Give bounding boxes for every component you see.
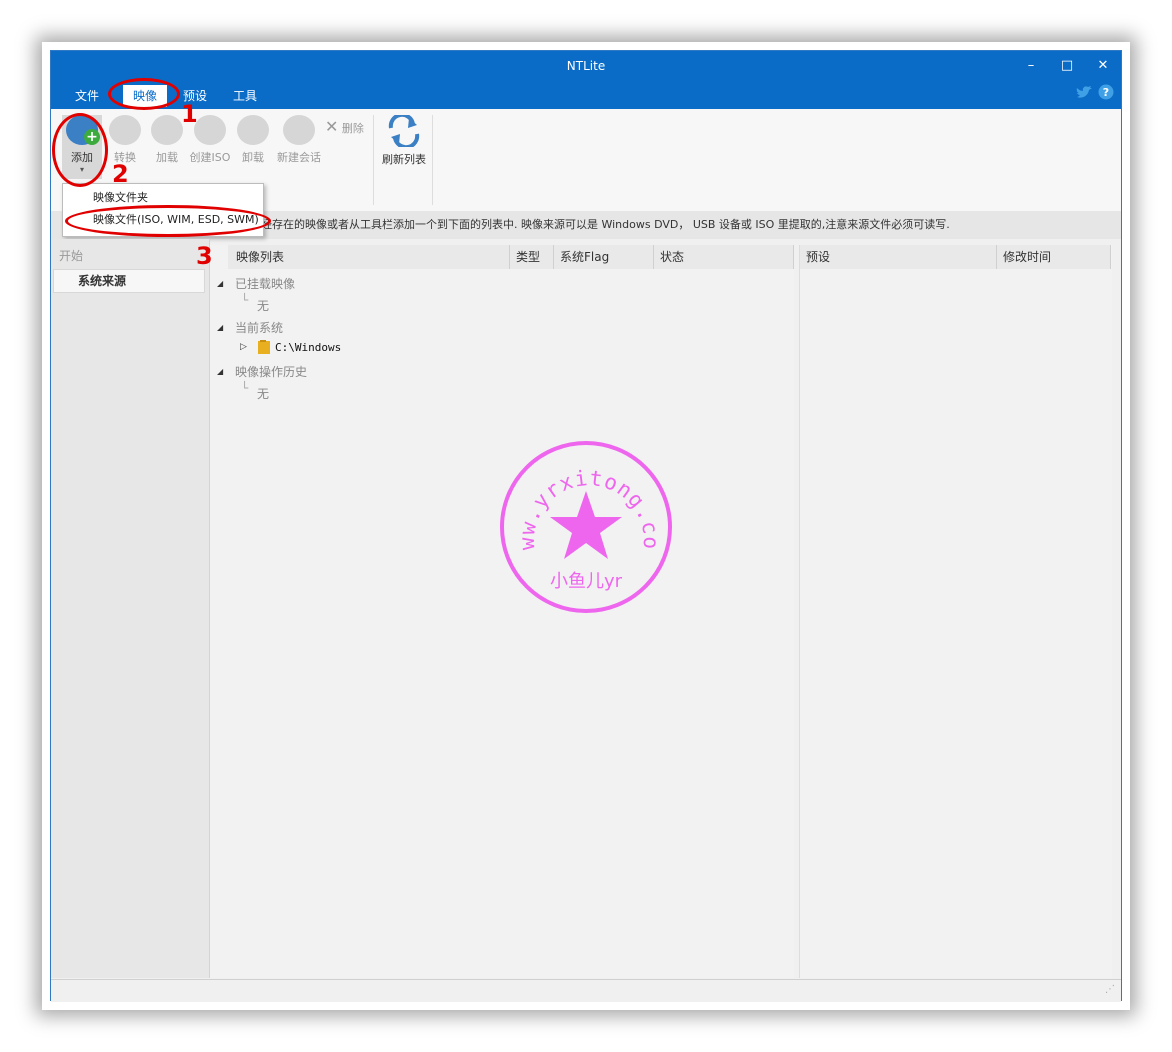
title-bar: NTLite – □ ✕ 文件 映像 预设 工具 ? [51, 51, 1121, 109]
refresh-list-button[interactable]: 刷新列表 [379, 115, 429, 167]
close-button[interactable]: ✕ [1093, 57, 1113, 75]
help-icon[interactable]: ? [1098, 84, 1114, 100]
preset-panel [799, 245, 1112, 978]
column-state[interactable]: 状态 [654, 245, 794, 269]
tree-item-current[interactable]: 当前系统 [235, 319, 283, 336]
watermark-label: 小鱼儿yr [550, 571, 623, 592]
annotation-step-3: 3 [196, 242, 213, 270]
annotation-ring-menu [108, 78, 180, 110]
toolbar-divider [373, 115, 374, 205]
expand-arrow-icon[interactable]: ◢ [217, 367, 223, 376]
tree-item-windows-path[interactable]: C:\Windows [275, 341, 341, 354]
status-bar: ⋰ [51, 979, 1121, 1002]
svg-text:?: ? [1103, 86, 1109, 99]
menu-file[interactable]: 文件 [75, 85, 99, 107]
annotation-ring-file [65, 205, 271, 237]
column-image-list[interactable]: 映像列表 [228, 245, 510, 269]
expand-arrow-icon[interactable]: ◢ [217, 279, 223, 288]
minimize-button[interactable]: – [1021, 57, 1041, 75]
annotation-ring-add [52, 113, 108, 187]
disc-load-icon [151, 115, 183, 145]
delete-x-icon: ✕ [325, 117, 339, 136]
disc-session-icon [283, 115, 315, 145]
disc-unload-icon [237, 115, 269, 145]
left-panel: 开始 系统来源 [51, 239, 210, 978]
annotation-step-2: 2 [112, 160, 129, 188]
tree-connector: └ [241, 293, 249, 307]
watermark-stamp: www.yrxitong.com 小鱼儿yr [496, 437, 672, 613]
toolbar-divider [432, 115, 433, 205]
delete-button[interactable]: ✕ 删除 [325, 117, 364, 136]
folder-icon [258, 340, 270, 354]
annotation-step-1: 1 [181, 100, 198, 128]
new-session-button[interactable]: 新建会话 [275, 115, 323, 165]
tree-item-mounted[interactable]: 已挂载映像 [235, 275, 295, 292]
column-modified[interactable]: 修改时间 [997, 245, 1111, 269]
watermark-star-icon [550, 491, 622, 559]
window-title: NTLite [566, 59, 606, 73]
resize-grip-icon[interactable]: ⋰ [1105, 984, 1115, 995]
column-flag[interactable]: 系统Flag [554, 245, 654, 269]
sidebar-item-source[interactable]: 系统来源 [53, 269, 205, 293]
convert-button[interactable]: 转换 [105, 115, 145, 165]
info-text: 经存在的映像或者从工具栏添加一个到下面的列表中. 映像来源可以是 Windows… [261, 218, 950, 231]
disc-iso-icon [194, 115, 226, 145]
tree-item-history[interactable]: 映像操作历史 [235, 363, 307, 380]
unload-button[interactable]: 卸载 [233, 115, 273, 165]
tree-item-history-none: 无 [257, 387, 270, 401]
column-preset[interactable]: 预设 [800, 245, 997, 269]
start-header: 开始 [59, 249, 84, 263]
refresh-icon [388, 115, 420, 147]
menu-tools[interactable]: 工具 [233, 85, 257, 107]
collapse-arrow-icon[interactable]: ▷ [240, 342, 247, 352]
expand-arrow-icon[interactable]: ◢ [217, 323, 223, 332]
tree-item-mounted-none: 无 [257, 299, 270, 313]
tree-connector: └ [241, 381, 249, 395]
disc-convert-icon [109, 115, 141, 145]
maximize-button[interactable]: □ [1057, 57, 1077, 75]
column-type[interactable]: 类型 [510, 245, 554, 269]
twitter-icon[interactable] [1076, 85, 1094, 101]
